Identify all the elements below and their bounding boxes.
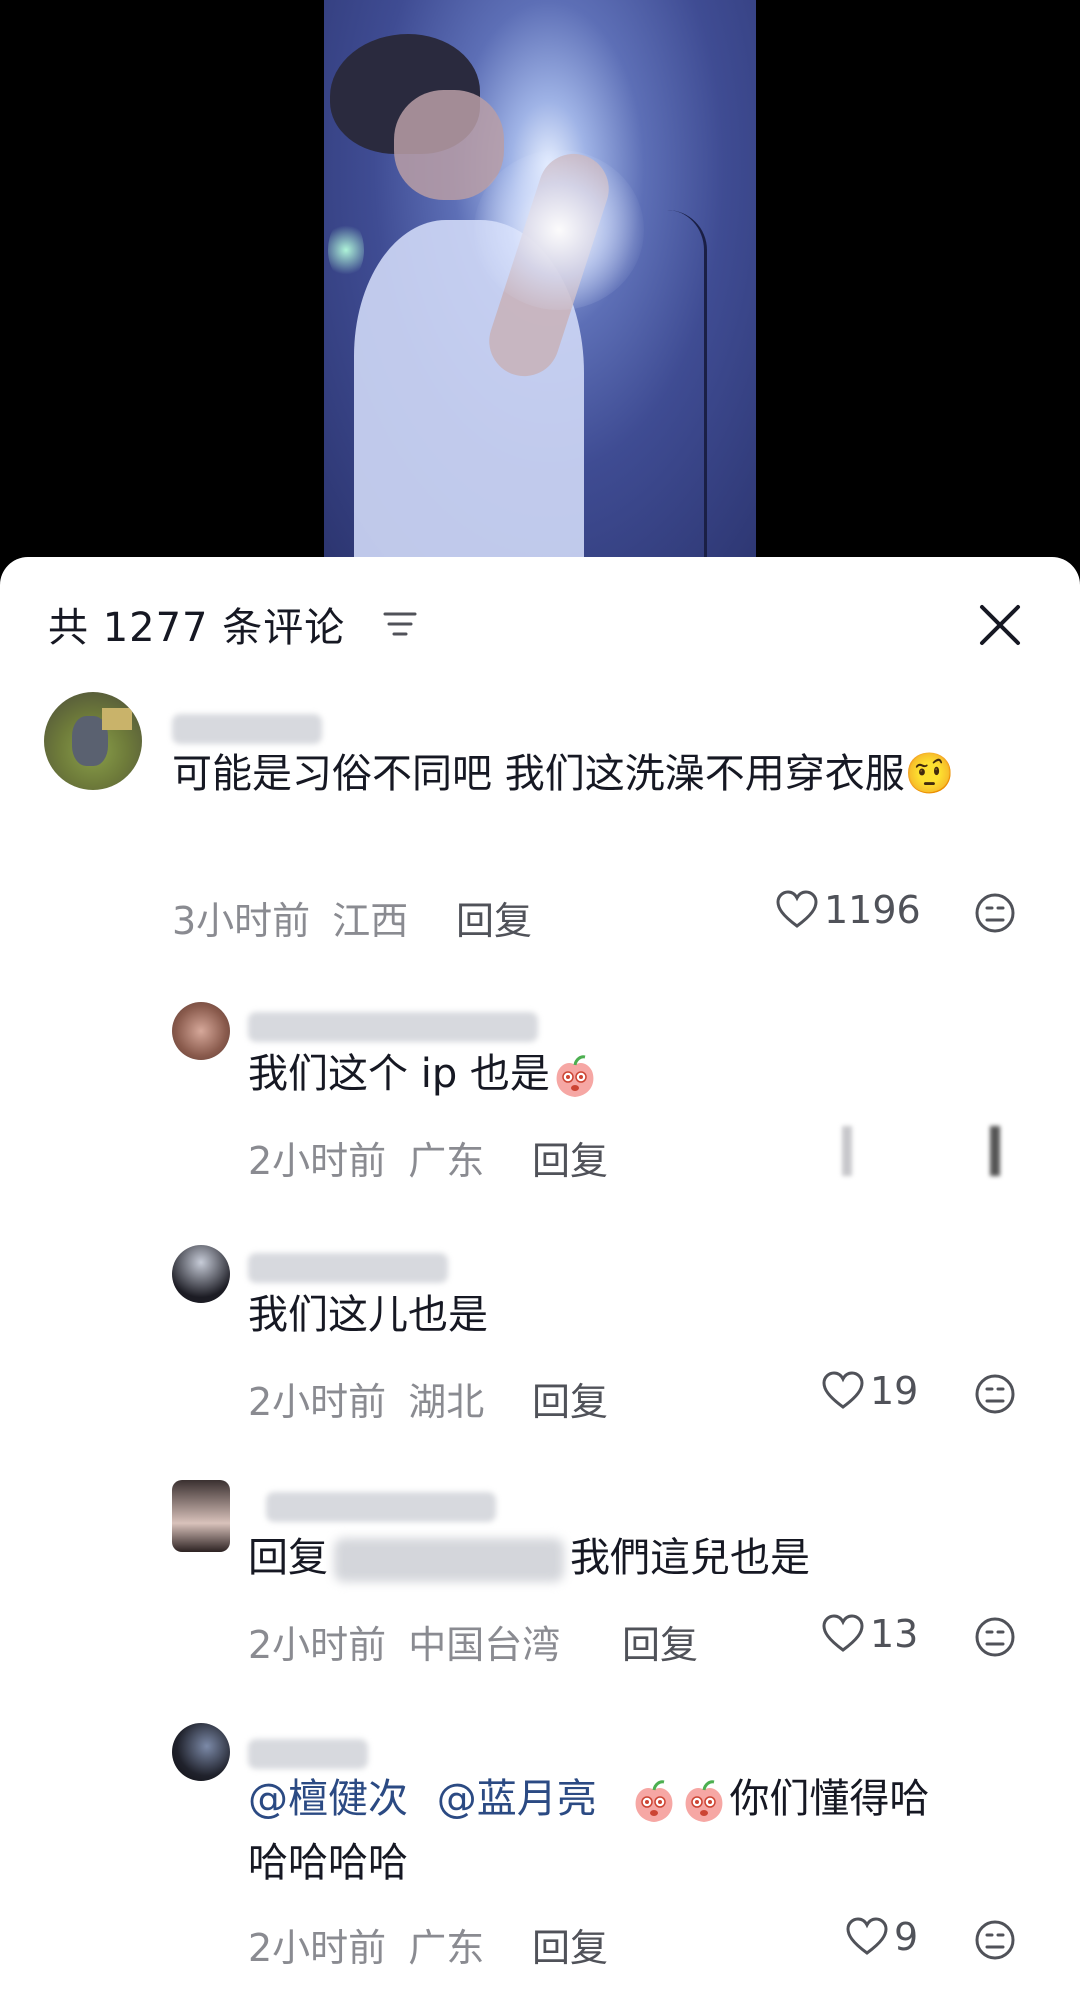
dislike-face-icon[interactable] (974, 1616, 1016, 1658)
reply-location: 广东 (408, 1926, 485, 1970)
reply-text-content: 我們這兒也是 (570, 1535, 810, 1581)
comment-count-title: 共 1277 条评论 (48, 605, 346, 651)
reply-location: 中国台湾 (408, 1623, 561, 1667)
reply-prefix: 回复 (248, 1535, 328, 1581)
like-button[interactable]: 9 (846, 1915, 918, 1959)
reply-time: 2小时前 (248, 1380, 387, 1424)
video-frame (324, 0, 756, 560)
comment-meta: 3小时前 江西 (172, 890, 408, 945)
reply-button[interactable]: 回复 (532, 1917, 608, 1972)
mic-cable (624, 210, 707, 560)
mention-link[interactable]: @檀健次 (248, 1776, 408, 1822)
comment-location: 江西 (332, 899, 409, 943)
avatar[interactable] (172, 1480, 230, 1552)
reply-text: @檀健次 @蓝月亮 你们懂得哈 哈哈哈哈 (248, 1767, 1038, 1895)
reply-time: 2小时前 (248, 1139, 387, 1183)
sort-filter-icon[interactable] (383, 609, 417, 639)
comment-text: 可能是习俗不同吧 我们这洗澡不用穿衣服🤨 (172, 751, 955, 797)
reply-item: 我们这儿也是 2小时前 湖北 回复 19 (0, 1245, 1080, 1445)
heart-icon (822, 1371, 864, 1409)
heart-icon (776, 890, 818, 928)
like-count: 19 (870, 1369, 919, 1413)
reply-meta: 2小时前 广东 (248, 1917, 484, 1972)
like-button[interactable]: 13 (822, 1612, 918, 1656)
singer-face (394, 90, 504, 200)
username-blurred[interactable] (266, 1492, 496, 1522)
username-blurred[interactable] (248, 1739, 368, 1769)
dislike-face-icon[interactable] (974, 1919, 1016, 1961)
like-area-blurred (842, 1126, 852, 1176)
like-button[interactable]: 19 (822, 1369, 918, 1413)
username-blurred[interactable] (172, 714, 322, 744)
avatar[interactable] (44, 692, 142, 790)
dislike-face-icon[interactable] (974, 1373, 1016, 1415)
comment-item: 可能是习俗不同吧 我们这洗澡不用穿衣服🤨 3小时前 江西 回复 1196 (0, 692, 1080, 943)
reply-text-line1: 你们懂得哈 (729, 1776, 930, 1822)
comments-header: 共 1277 条评论 (0, 557, 1080, 667)
mention-link[interactable]: @蓝月亮 (437, 1776, 597, 1822)
peach-emoji-icon (686, 1780, 723, 1822)
peach-emoji-icon (636, 1780, 673, 1822)
like-count: 13 (870, 1612, 919, 1656)
reply-text-content: 我们这个 ip 也是 (248, 1051, 550, 1097)
reply-button[interactable]: 回复 (532, 1130, 608, 1185)
reply-meta: 2小时前 湖北 (248, 1371, 484, 1426)
reply-meta: 2小时前 中国台湾 (248, 1614, 560, 1669)
avatar[interactable] (172, 1002, 230, 1060)
reply-item: 回复 我們這兒也是 2小时前 中国台湾 回复 13 (0, 1480, 1080, 1680)
reply-button[interactable]: 回复 (622, 1614, 698, 1669)
comment-time: 3小时前 (172, 899, 311, 943)
like-button[interactable]: 1196 (776, 888, 921, 932)
reply-meta: 2小时前 广东 (248, 1130, 484, 1185)
like-count: 9 (894, 1915, 919, 1959)
reply-text-line2: 哈哈哈哈 (248, 1840, 408, 1886)
reply-text: 我们这个 ip 也是 (248, 1042, 600, 1106)
reply-location: 广东 (408, 1139, 485, 1183)
action-area-blurred (990, 1126, 1000, 1176)
reply-button[interactable]: 回复 (456, 890, 532, 945)
username-blurred[interactable] (248, 1012, 538, 1042)
stage-light (328, 220, 364, 280)
peach-emoji-icon (556, 1055, 594, 1097)
comments-panel: 共 1277 条评论 可能是习俗不同吧 我们这洗澡不用穿衣服🤨 3小时前 江西 … (0, 557, 1080, 2014)
like-count: 1196 (824, 888, 921, 932)
close-icon[interactable] (974, 599, 1026, 651)
reply-text: 回复 我們這兒也是 (248, 1526, 810, 1590)
heart-icon (846, 1917, 888, 1955)
dislike-face-icon[interactable] (974, 892, 1016, 934)
reply-item: @檀健次 @蓝月亮 你们懂得哈 哈哈哈哈 2小时前 广东 回复 9 (0, 1723, 1080, 1983)
reply-button[interactable]: 回复 (532, 1371, 608, 1426)
heart-icon (822, 1614, 864, 1652)
reply-text: 我们这儿也是 (248, 1292, 488, 1338)
avatar[interactable] (172, 1245, 230, 1303)
reply-time: 2小时前 (248, 1623, 387, 1667)
username-blurred[interactable] (248, 1253, 448, 1283)
light-glow (474, 150, 644, 310)
reply-time: 2小时前 (248, 1926, 387, 1970)
reply-item: 我们这个 ip 也是 2小时前 广东 回复 (0, 1002, 1080, 1202)
avatar[interactable] (172, 1723, 230, 1781)
reply-location: 湖北 (408, 1380, 485, 1424)
video-player[interactable] (0, 0, 1080, 600)
mentioned-user-blurred[interactable] (334, 1538, 564, 1582)
